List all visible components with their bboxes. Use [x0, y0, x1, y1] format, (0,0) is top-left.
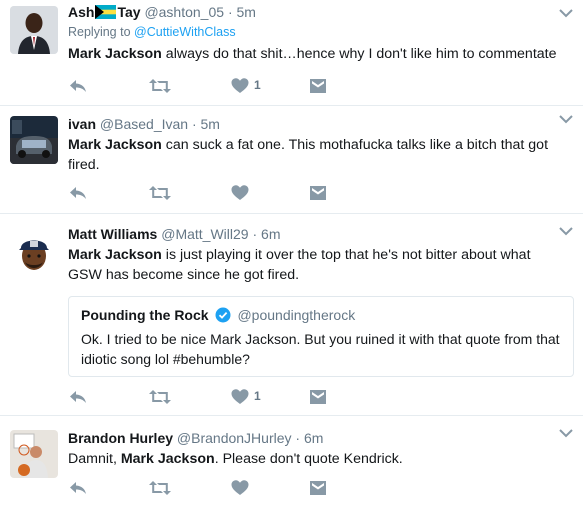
bahamas-flag-icon	[95, 5, 117, 19]
reply-icon	[68, 478, 88, 498]
tweet-header: Matt Williams @Matt_Will29 · 6m	[68, 225, 559, 243]
tweet-text: Mark Jackson can suck a fat one. This mo…	[68, 137, 549, 173]
tweet-text: Mark Jackson is just playing it over the…	[68, 247, 531, 283]
retweet-icon	[148, 76, 172, 96]
user-name[interactable]: Brandon Hurley	[68, 430, 173, 446]
chevron-down-icon[interactable]	[559, 226, 573, 236]
verified-badge-icon	[215, 307, 231, 323]
tweet[interactable]: Matt Williams @Matt_Will29 · 6m Mark Jac…	[0, 214, 583, 416]
mention[interactable]: Mark Jackson	[68, 46, 162, 62]
avatar[interactable]	[10, 6, 58, 54]
retweet-icon	[148, 387, 172, 407]
user-name[interactable]: Matt Williams	[68, 226, 157, 242]
tweet-text: Damnit, Mark Jackson. Please don't quote…	[68, 451, 403, 467]
tweet-actions: 1	[68, 387, 368, 407]
avatar[interactable]	[10, 116, 58, 164]
direct-message-button[interactable]	[308, 183, 328, 203]
like-icon	[230, 76, 250, 96]
like-count: 1	[254, 389, 261, 403]
tweet-actions	[68, 478, 368, 498]
reply-to-link[interactable]: @CuttieWithClass	[134, 25, 236, 39]
retweet-button[interactable]	[148, 478, 172, 498]
user-name[interactable]: ivan	[68, 116, 96, 132]
like-button[interactable]	[230, 183, 250, 203]
direct-message-button[interactable]	[308, 478, 328, 498]
tweet-actions	[68, 183, 368, 203]
tweet-header: Ash Tay @ashton_05 · 5m	[68, 3, 559, 21]
reply-button[interactable]	[68, 183, 88, 203]
like-icon	[230, 387, 250, 407]
timestamp[interactable]: 6m	[304, 430, 323, 446]
timestamp[interactable]: 6m	[261, 226, 280, 242]
envelope-icon	[308, 478, 328, 498]
chevron-down-icon[interactable]	[559, 8, 573, 18]
quoted-tweet-text: Ok. I tried to be nice Mark Jackson. But…	[81, 331, 560, 367]
retweet-icon	[148, 478, 172, 498]
user-handle[interactable]: @Based_Ivan	[100, 116, 188, 132]
separator: ·	[191, 116, 197, 132]
tweet-header: Brandon Hurley @BrandonJHurley · 6m	[68, 429, 559, 447]
reply-context: Replying to @CuttieWithClass	[68, 25, 236, 39]
avatar[interactable]	[10, 430, 58, 478]
quoted-tweet[interactable]: Pounding the Rock @poundingtherock Ok. I…	[68, 296, 574, 377]
like-button[interactable]: 1	[230, 387, 270, 407]
reply-button[interactable]	[68, 76, 88, 96]
tweet-header: ivan @Based_Ivan · 5m	[68, 115, 559, 133]
timestamp[interactable]: 5m	[237, 4, 256, 20]
direct-message-button[interactable]	[308, 76, 328, 96]
tweet-text: Mark Jackson always do that shit…hence w…	[68, 46, 557, 62]
chevron-down-icon[interactable]	[559, 428, 573, 438]
like-icon	[230, 478, 250, 498]
tweet[interactable]: Ash Tay @ashton_05 · 5m Replying to @Cutt…	[0, 0, 583, 106]
user-name[interactable]: Ash Tay	[68, 4, 141, 20]
separator: ·	[227, 4, 233, 20]
tweet[interactable]: ivan @Based_Ivan · 5m Mark Jackson can s…	[0, 106, 583, 214]
like-count: 1	[254, 78, 261, 92]
tweet[interactable]: Brandon Hurley @BrandonJHurley · 6m Damn…	[0, 416, 583, 510]
reply-icon	[68, 76, 88, 96]
like-button[interactable]: 1	[230, 76, 270, 96]
reply-icon	[68, 387, 88, 407]
chevron-down-icon[interactable]	[559, 114, 573, 124]
mention[interactable]: Mark Jackson	[68, 137, 162, 153]
mention[interactable]: Mark Jackson	[68, 247, 162, 263]
envelope-icon	[308, 183, 328, 203]
timestamp[interactable]: 5m	[201, 116, 220, 132]
user-handle[interactable]: @ashton_05	[144, 4, 224, 20]
quoted-user-name: Pounding the Rock	[81, 307, 209, 323]
envelope-icon	[308, 387, 328, 407]
user-handle[interactable]: @Matt_Will29	[161, 226, 248, 242]
reply-icon	[68, 183, 88, 203]
separator: ·	[295, 430, 301, 446]
tweet-actions: 1	[68, 76, 368, 96]
envelope-icon	[308, 76, 328, 96]
avatar[interactable]	[10, 228, 58, 276]
quoted-user-handle: @poundingtherock	[237, 307, 356, 323]
reply-button[interactable]	[68, 478, 88, 498]
separator: ·	[252, 226, 258, 242]
user-handle[interactable]: @BrandonJHurley	[177, 430, 292, 446]
like-icon	[230, 183, 250, 203]
mention[interactable]: Mark Jackson	[121, 451, 215, 467]
retweet-button[interactable]	[148, 387, 172, 407]
retweet-button[interactable]	[148, 183, 172, 203]
reply-button[interactable]	[68, 387, 88, 407]
direct-message-button[interactable]	[308, 387, 328, 407]
retweet-icon	[148, 183, 172, 203]
like-button[interactable]	[230, 478, 250, 498]
retweet-button[interactable]	[148, 76, 172, 96]
